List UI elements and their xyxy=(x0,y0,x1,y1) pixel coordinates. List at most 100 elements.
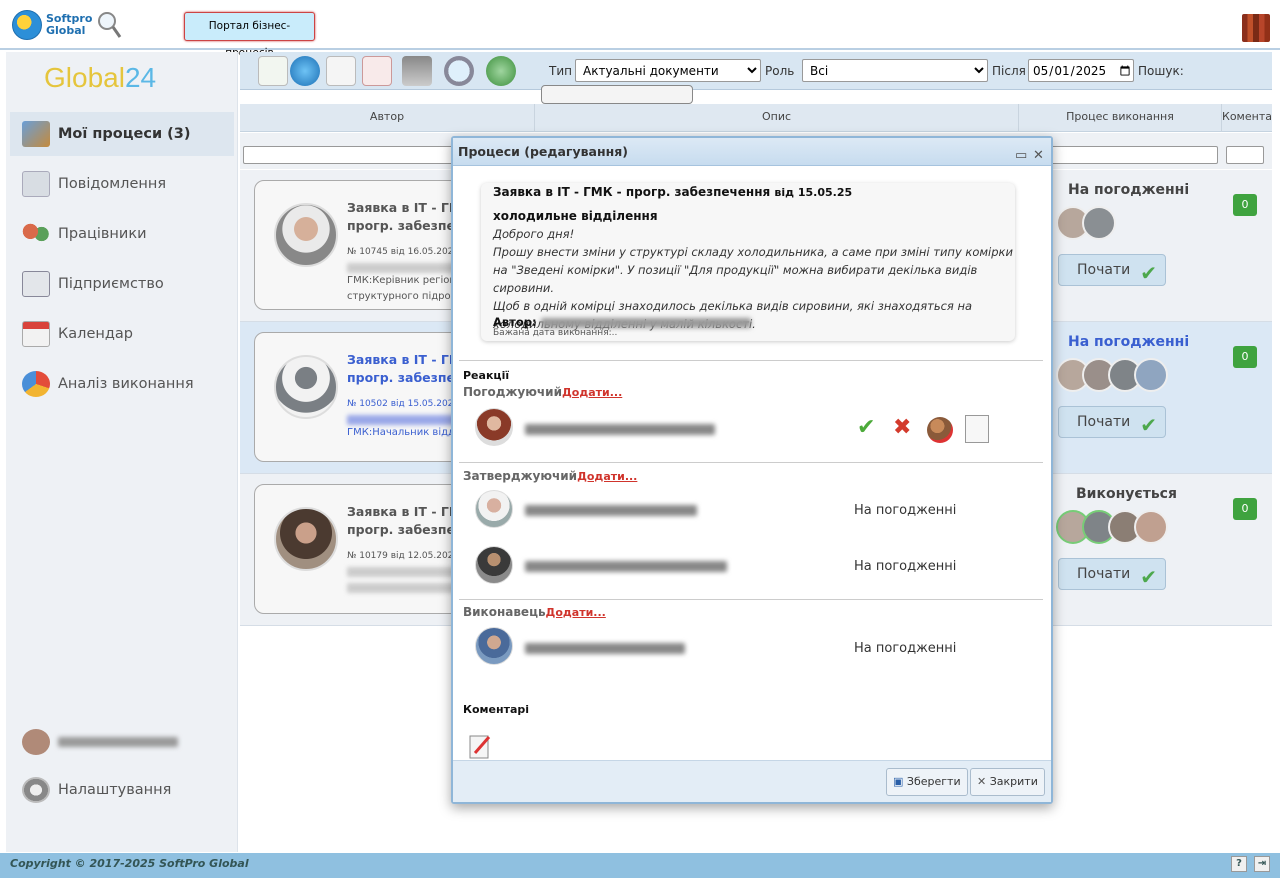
sidebar-user[interactable] xyxy=(10,720,234,764)
sidebar-item-label: Налаштування xyxy=(58,782,172,798)
dialog-footer: ▣ Зберегти ✕ Закрити xyxy=(453,760,1051,802)
approver-name-blurred xyxy=(525,424,715,435)
new-document-icon[interactable] xyxy=(258,56,288,86)
sidebar-item-calendar[interactable]: Календар xyxy=(10,312,234,356)
maximize-icon[interactable]: ▭ xyxy=(1015,142,1027,170)
search-label: Пошук: xyxy=(1138,64,1184,78)
approver-role: ПогоджуючийДодати... xyxy=(463,385,623,399)
status-badge: Виконується xyxy=(1076,486,1177,502)
add-comment-icon[interactable] xyxy=(469,733,493,759)
process-edit-dialog: Процеси (редагування) ▭ ✕ Заявка в ІТ - … xyxy=(451,136,1053,804)
reject-icon[interactable]: ✖ xyxy=(893,417,911,439)
author-position-blurred xyxy=(347,583,457,593)
start-button[interactable]: Почати ✔ xyxy=(1058,406,1166,438)
footer: Copyright © 2017-2025 SoftPro Global ? ⇥ xyxy=(0,853,1280,878)
comments-count[interactable]: 0 xyxy=(1233,346,1257,368)
sidebar-item-analysis[interactable]: Аналіз виконання xyxy=(10,362,234,406)
role-select[interactable]: Всі xyxy=(802,59,988,82)
logo-line2: Global xyxy=(46,24,86,37)
comments-filter[interactable] xyxy=(1226,146,1264,164)
search-input[interactable] xyxy=(541,85,693,104)
card-position: ГМК:Начальник відділ xyxy=(347,427,465,438)
sidebar-item-messages[interactable]: Повідомлення xyxy=(10,162,234,206)
users-icon xyxy=(22,221,50,247)
author-name-blurred xyxy=(347,415,457,425)
dialog-header: Процеси (редагування) ▭ ✕ xyxy=(453,138,1051,166)
edit-document-icon[interactable] xyxy=(326,56,356,86)
floppy-icon: ▣ xyxy=(893,775,904,788)
sidebar-item-label: Мої процеси (3) xyxy=(58,126,191,142)
process-card[interactable]: Заявка в ІТ - ГМКпрогр. забезпечен № 101… xyxy=(254,484,474,614)
start-button[interactable]: Почати ✔ xyxy=(1058,254,1166,286)
softpro-logo[interactable]: Softpro Global xyxy=(12,10,92,40)
save-button[interactable]: ▣ Зберегти xyxy=(886,768,968,796)
status-badge: На погодженні xyxy=(1068,182,1190,198)
add-confirmer-link[interactable]: Додати... xyxy=(577,470,637,483)
after-date-input[interactable] xyxy=(1028,59,1134,82)
card-position: ГМК:Керівник регіона xyxy=(347,275,463,286)
printer-icon[interactable] xyxy=(402,56,432,86)
play-icon[interactable] xyxy=(290,56,320,86)
edit-reaction-icon[interactable] xyxy=(965,415,989,443)
books-icon[interactable] xyxy=(1242,14,1270,42)
col-author[interactable]: Автор xyxy=(240,104,535,132)
status-badge: На погодженні xyxy=(1068,334,1190,350)
add-approver-link[interactable]: Додати... xyxy=(562,386,622,399)
user-placeholder-icon xyxy=(274,355,338,419)
help-icon[interactable]: ? xyxy=(1231,856,1247,872)
checkmark-icon: ✔ xyxy=(1140,261,1157,285)
divider xyxy=(459,462,1043,463)
confirmer-status-2: На погодженні xyxy=(854,559,957,574)
dialog-title: Процеси (редагування) xyxy=(458,144,628,159)
divider xyxy=(459,360,1043,361)
comments-count[interactable]: 0 xyxy=(1233,498,1257,520)
avatar xyxy=(274,203,338,267)
col-process[interactable]: Процес виконання xyxy=(1019,104,1222,132)
after-label: Після xyxy=(992,64,1026,78)
dialog-body: Заявка в ІТ - ГМК - прогр. забезпечення … xyxy=(453,167,1051,760)
sidebar-item-label: Повідомлення xyxy=(58,176,167,192)
participants xyxy=(1056,358,1168,392)
sidebar-item-settings[interactable]: Налаштування xyxy=(10,768,234,812)
sidebar-item-label: Аналіз виконання xyxy=(58,376,194,392)
delete-document-icon[interactable] xyxy=(362,56,392,86)
comments-count[interactable]: 0 xyxy=(1233,194,1257,216)
card-number: № 10502 від 15.05.2025 xyxy=(347,399,460,409)
magnifier-icon[interactable] xyxy=(96,10,122,40)
process-description: Заявка в ІТ - ГМК - прогр. забезпечення … xyxy=(481,183,1015,341)
avatar xyxy=(475,408,513,446)
portal-button[interactable]: Портал бізнес-процесів xyxy=(184,12,315,59)
pie-chart-icon xyxy=(22,371,50,397)
delegate-icon[interactable] xyxy=(927,417,953,443)
sidebar-item-label: Календар xyxy=(58,326,133,342)
col-comments[interactable]: Комента xyxy=(1222,104,1272,132)
search-icon[interactable] xyxy=(444,56,474,86)
col-description[interactable]: Опис xyxy=(535,104,1019,132)
logout-icon[interactable]: ⇥ xyxy=(1254,856,1270,872)
card-number: № 10745 від 16.05.2025 xyxy=(347,247,460,257)
brand-logo: Global24 xyxy=(44,62,157,93)
checkmark-icon: ✔ xyxy=(1140,413,1157,437)
card-number: № 10179 від 12.05.2025 xyxy=(347,551,460,561)
type-select[interactable]: Актуальні документи xyxy=(575,59,761,82)
close-button[interactable]: ✕ Закрити xyxy=(970,768,1045,796)
card-department: структурного підрозд xyxy=(347,291,463,302)
close-icon[interactable]: ✕ xyxy=(1033,142,1044,170)
sidebar-item-employees[interactable]: Працівники xyxy=(10,212,234,256)
approve-icon[interactable]: ✔ xyxy=(857,417,875,439)
add-executor-link[interactable]: Додати... xyxy=(546,606,606,619)
process-card[interactable]: Заявка в ІТ - ГМКпрогр. забезпечен № 105… xyxy=(254,332,474,462)
refresh-icon[interactable] xyxy=(486,56,516,86)
process-card[interactable]: Заявка в ІТ - ГМКпрогр. забезпечен № 107… xyxy=(254,180,474,310)
process-filter[interactable] xyxy=(1045,146,1218,164)
sidebar-item-my-processes[interactable]: Мої процеси (3) xyxy=(10,112,234,156)
toolbar: Тип Актуальні документи Роль Всі Після П… xyxy=(240,52,1272,90)
sidebar-item-enterprise[interactable]: Підприємство xyxy=(10,262,234,306)
start-button[interactable]: Почати ✔ xyxy=(1058,558,1166,590)
avatar xyxy=(1134,358,1168,392)
gear-icon xyxy=(22,777,50,803)
confirmer-name-2-blurred xyxy=(525,561,727,572)
executor-name-blurred xyxy=(525,643,685,654)
avatar xyxy=(475,490,513,528)
author-name-blurred xyxy=(347,263,457,273)
